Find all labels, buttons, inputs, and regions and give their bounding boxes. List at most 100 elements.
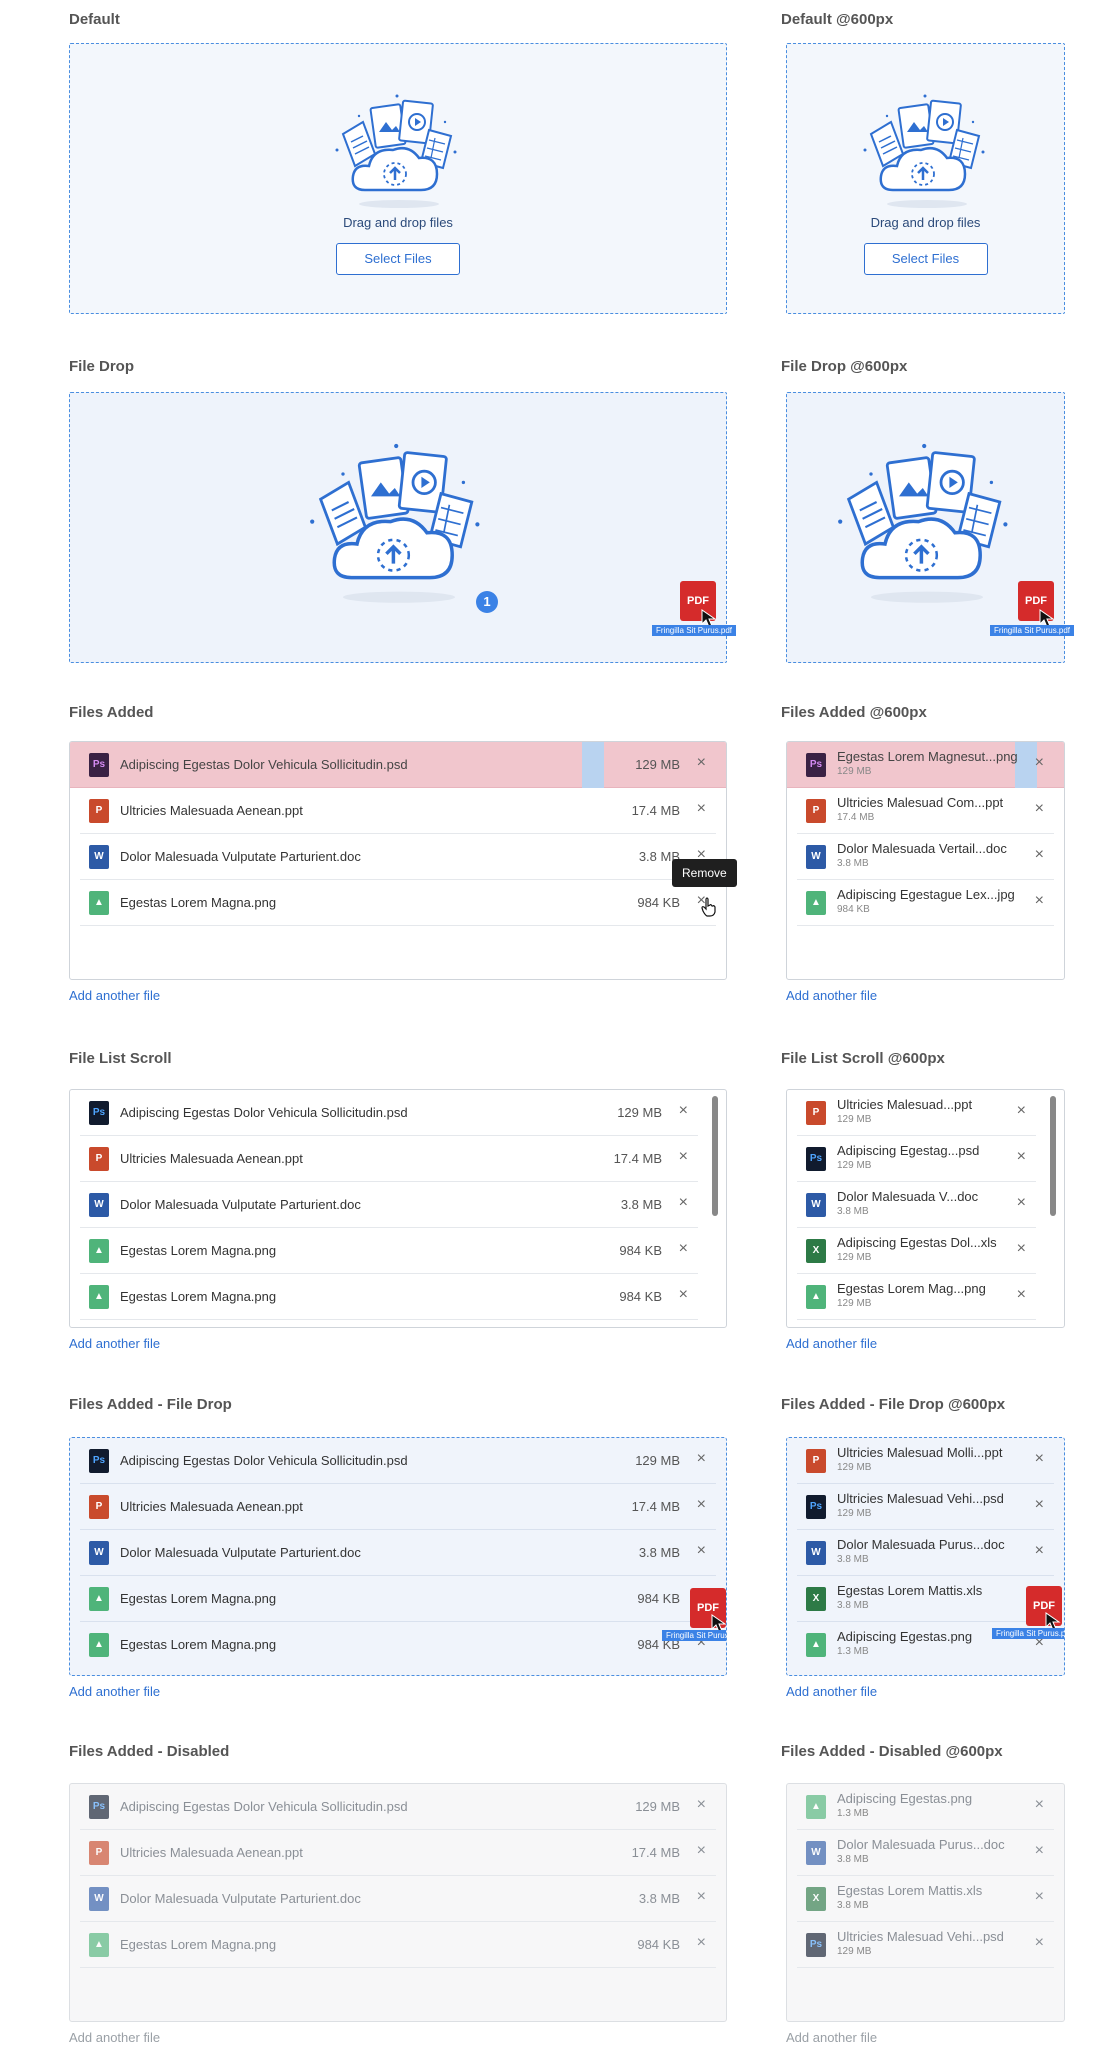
remove-file-icon[interactable]: × bbox=[679, 1240, 688, 1258]
image-file-icon: ▲ bbox=[89, 891, 109, 915]
file-size: 1.3 MB bbox=[837, 1646, 869, 1657]
image-file-icon: ▲ bbox=[89, 1285, 109, 1309]
file-name: Adipiscing Egestas Dolor Vehicula Sollic… bbox=[120, 1105, 408, 1120]
remove-file-icon[interactable]: × bbox=[697, 1450, 706, 1468]
remove-file-icon[interactable]: × bbox=[697, 1496, 706, 1514]
file-row[interactable]: P Ultricies Malesuada Aenean.ppt 17.4 MB × bbox=[80, 1484, 716, 1530]
file-row[interactable]: ▲ Egestas Lorem Mag...png 129 MB × bbox=[797, 1274, 1036, 1320]
file-list-drop[interactable]: Ps Adipiscing Egestas Dolor Vehicula Soll… bbox=[69, 1437, 727, 1676]
file-row[interactable]: W Dolor Malesuada Vulputate Parturient.do… bbox=[80, 1530, 716, 1576]
remove-file-icon[interactable]: × bbox=[1035, 846, 1044, 864]
hand-cursor-icon bbox=[701, 897, 716, 917]
file-row[interactable]: XEgestas Lorem Mattis.xls3.8 MB× bbox=[797, 1576, 1054, 1622]
file-name: Dolor Malesuada Vulputate Parturient.doc bbox=[120, 849, 361, 864]
section-title-file-drop-600: File Drop @600px bbox=[781, 358, 908, 375]
remove-file-icon[interactable]: × bbox=[1035, 800, 1044, 818]
file-row[interactable]: P Ultricies Malesuad Com...ppt 17.4 MB × bbox=[797, 788, 1054, 834]
file-row[interactable]: ▲Egestas Lorem Magna.png984 KB× bbox=[80, 1622, 716, 1668]
remove-file-icon[interactable]: × bbox=[1035, 1542, 1044, 1560]
file-list-drop-600[interactable]: P Ultricies Malesuad Molli...ppt 129 MB × P… bbox=[786, 1437, 1065, 1676]
file-row[interactable]: Ps Adipiscing Egestas Dolor Vehicula Soll… bbox=[80, 1090, 698, 1136]
xls-file-icon: X bbox=[806, 1587, 826, 1611]
file-size: 129 MB bbox=[635, 1453, 680, 1468]
file-name: Adipiscing Egestas.png bbox=[837, 1791, 973, 1806]
file-size: 17.4 MB bbox=[631, 803, 680, 818]
select-files-button[interactable]: Select Files bbox=[336, 243, 460, 275]
remove-file-icon[interactable]: × bbox=[1035, 1496, 1044, 1514]
dropzone-file-drop[interactable]: 1 PDF Fringilla Sit Purus.pdf bbox=[69, 392, 737, 663]
add-another-file-link[interactable]: Add another file bbox=[69, 1684, 160, 1699]
file-row[interactable]: Ps Adipiscing Egestas Dolor Vehicula Soll… bbox=[80, 1438, 716, 1484]
file-row[interactable]: W Dolor Malesuada Vulputate Parturient.do… bbox=[80, 1182, 698, 1228]
add-another-file-link[interactable]: Add another file bbox=[69, 988, 160, 1003]
file-row[interactable]: ▲Egestas Lorem Magna.png984 KB× bbox=[80, 1274, 698, 1320]
file-list-scroll-600[interactable]: P Ultricies Malesuad...ppt 129 MB × Ps Adipi… bbox=[786, 1089, 1065, 1328]
cloud-upload-icon bbox=[334, 93, 458, 210]
remove-file-icon: × bbox=[696, 1934, 706, 1951]
select-files-button[interactable]: Select Files bbox=[863, 243, 988, 275]
file-name: Adipiscing Egestas Dolor Vehicula Sollic… bbox=[120, 1453, 408, 1468]
ppt-file-icon: P bbox=[89, 1147, 109, 1171]
scrollbar-thumb[interactable] bbox=[1050, 1096, 1056, 1216]
remove-file-icon[interactable]: × bbox=[1017, 1102, 1026, 1120]
file-row[interactable]: X Adipiscing Egestas Dol...xls 129 MB × bbox=[797, 1228, 1036, 1274]
remove-file-icon[interactable]: × bbox=[1017, 1240, 1026, 1258]
ppt-file-icon: P bbox=[89, 799, 109, 823]
dragged-file-label: Fringilla Sit Purus.pdf bbox=[652, 625, 737, 636]
file-row[interactable]: P Ultricies Malesuada Aenean.ppt 17.4 MB × bbox=[80, 1136, 698, 1182]
file-row[interactable]: Ps Adipiscing Egestag...psd 129 MB × bbox=[797, 1136, 1036, 1182]
file-row[interactable]: P Ultricies Malesuada Aenean.ppt 17.4 MB… bbox=[80, 788, 716, 834]
file-size: 1.3 MB bbox=[837, 1808, 869, 1819]
remove-file-icon[interactable]: × bbox=[679, 1286, 688, 1304]
file-row[interactable]: W Dolor Malesuada Vulputate Parturient.d… bbox=[80, 834, 716, 880]
file-row[interactable]: Ps Ultricies Malesuad Vehi...psd 129 MB × bbox=[797, 1484, 1054, 1530]
doc-file-icon: W bbox=[89, 1541, 109, 1565]
file-list-scroll[interactable]: Ps Adipiscing Egestas Dolor Vehicula Soll… bbox=[69, 1089, 727, 1328]
add-another-file-link[interactable]: Add another file bbox=[786, 1336, 877, 1351]
remove-file-icon[interactable]: × bbox=[1017, 1194, 1026, 1212]
remove-file-icon[interactable]: × bbox=[697, 800, 706, 818]
remove-file-icon[interactable]: × bbox=[697, 754, 706, 772]
file-row[interactable]: W Dolor Malesuada Purus...doc 3.8 MB × bbox=[797, 1530, 1054, 1576]
dropzone-file-drop-600[interactable]: PDF Fringilla Sit Purus.pdf bbox=[786, 392, 1075, 663]
remove-file-icon[interactable]: × bbox=[679, 1194, 688, 1212]
dropzone-default-600[interactable]: Drag and drop files Select Files bbox=[786, 43, 1065, 314]
dropzone-text: Drag and drop files bbox=[343, 215, 453, 230]
remove-file-icon[interactable]: × bbox=[1017, 1148, 1026, 1166]
file-row[interactable]: ▲Egestas Lorem Magna.png984 KB× bbox=[80, 1228, 698, 1274]
file-row[interactable]: ▲Egestas Lorem Magna.png984 KB× bbox=[80, 1576, 716, 1622]
file-size: 984 KB bbox=[619, 1243, 662, 1258]
file-row[interactable]: W Dolor Malesuada Vertail...doc 3.8 MB × bbox=[797, 834, 1054, 880]
remove-file-icon[interactable]: × bbox=[1017, 1286, 1026, 1304]
remove-file-icon[interactable]: × bbox=[679, 1102, 688, 1120]
file-name: Dolor Malesuada Vulputate Parturient.doc bbox=[120, 1545, 361, 1560]
file-row: Ps Adipiscing Egestas Dolor Vehicula Soll… bbox=[80, 1784, 716, 1830]
file-row[interactable]: ▲ Adipiscing Egestague Lex...jpg 984 KB … bbox=[797, 880, 1054, 926]
file-size: 17.4 MB bbox=[613, 1151, 662, 1166]
file-name: Ultricies Malesuad Vehi...psd bbox=[837, 1929, 1004, 1944]
remove-file-icon[interactable]: × bbox=[1035, 1450, 1044, 1468]
remove-file-icon[interactable]: × bbox=[1035, 754, 1044, 772]
file-row-error[interactable]: Ps Egestas Lorem Magnesut...png 129 MB × bbox=[787, 742, 1064, 788]
file-row-error[interactable]: Ps Adipiscing Egestas Dolor Vehicula Sol… bbox=[70, 742, 726, 788]
file-row[interactable]: ▲ Egestas Lorem Magna.png 984 KB × bbox=[80, 880, 716, 926]
scrollbar-thumb[interactable] bbox=[712, 1096, 718, 1216]
remove-file-icon[interactable]: × bbox=[697, 1542, 706, 1560]
add-another-file-link[interactable]: Add another file bbox=[69, 1336, 160, 1351]
file-name: Egestas Lorem Magna.png bbox=[120, 1243, 277, 1258]
dropzone-default[interactable]: Drag and drop files Select Files bbox=[69, 43, 727, 314]
dragged-file-label: Fringilla Sit Purus.pdf bbox=[662, 1630, 726, 1641]
add-another-file-link[interactable]: Add another file bbox=[786, 1684, 877, 1699]
file-row[interactable]: P Ultricies Malesuad Molli...ppt 129 MB × bbox=[797, 1438, 1054, 1484]
file-list-added-600: Ps Egestas Lorem Magnesut...png 129 MB ×… bbox=[786, 741, 1065, 980]
remove-file-icon[interactable]: × bbox=[1035, 892, 1044, 910]
remove-file-icon[interactable]: × bbox=[679, 1148, 688, 1166]
doc-file-icon: W bbox=[806, 1193, 826, 1217]
image-file-icon: ▲ bbox=[806, 891, 826, 915]
file-row[interactable]: P Ultricies Malesuad...ppt 129 MB × bbox=[797, 1090, 1036, 1136]
file-name: Adipiscing Egestas Dolor Vehicula Sollic… bbox=[120, 757, 408, 772]
file-size: 984 KB bbox=[637, 1937, 680, 1952]
add-another-file-link[interactable]: Add another file bbox=[786, 988, 877, 1003]
file-row[interactable]: W Dolor Malesuada V...doc 3.8 MB × bbox=[797, 1182, 1036, 1228]
file-name: Adipiscing Egestas.png bbox=[837, 1629, 973, 1644]
